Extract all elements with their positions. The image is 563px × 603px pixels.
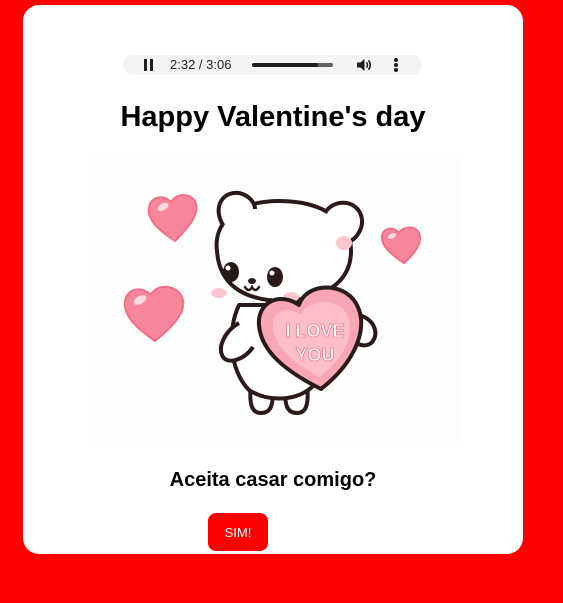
content-card: 2:32 / 3:06 Happy Valentine's day I LOVE… — [23, 5, 523, 554]
heart-text-line1: I LOVE — [285, 321, 344, 341]
bear-illustration: I LOVE YOU — [89, 155, 461, 443]
heart-text-line2: YOU — [295, 345, 334, 365]
audio-progress-fill — [252, 63, 319, 67]
teddy-bear-holding-heart-image: I LOVE YOU — [123, 190, 421, 415]
floating-heart-icon — [147, 194, 198, 243]
audio-time-display: 2:32 / 3:06 — [170, 57, 232, 72]
floating-heart-icon — [380, 226, 421, 265]
audio-player[interactable]: 2:32 / 3:06 — [123, 55, 422, 75]
audio-progress-bar[interactable] — [252, 63, 333, 67]
pause-icon[interactable] — [143, 59, 154, 71]
page-background: 2:32 / 3:06 Happy Valentine's day I LOVE… — [0, 0, 563, 603]
page-title: Happy Valentine's day — [120, 101, 426, 133]
volume-icon[interactable] — [356, 58, 372, 72]
more-options-icon[interactable] — [393, 58, 399, 72]
yes-button[interactable]: SIM! — [208, 513, 268, 551]
proposal-question: Aceita casar comigo? — [169, 469, 377, 491]
floating-heart-icon — [123, 285, 185, 343]
